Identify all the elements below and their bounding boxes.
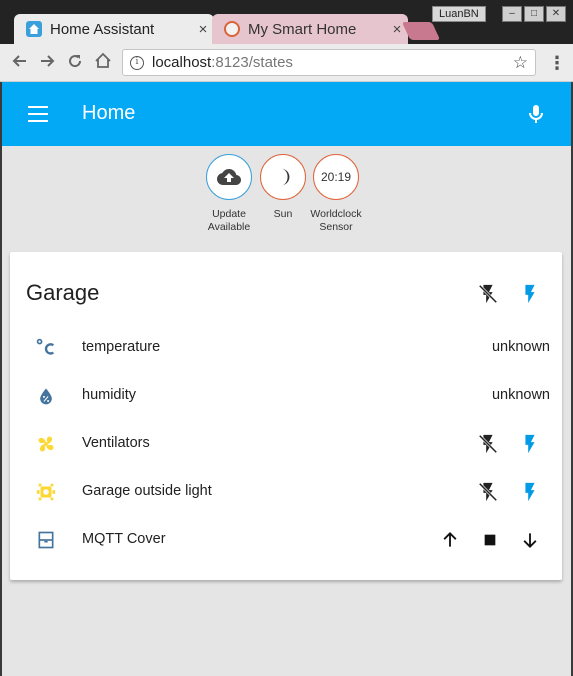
url-host: localhost <box>152 54 212 71</box>
app-header: Home <box>2 82 571 146</box>
entity-name: humidity <box>82 387 136 403</box>
tab-my-smart-home[interactable]: My Smart Home × <box>212 14 408 44</box>
badge-update-available[interactable]: Update Available <box>199 154 259 234</box>
tab-home-assistant[interactable]: Home Assistant × <box>14 14 214 44</box>
site-favicon-icon <box>224 21 240 37</box>
entity-state: unknown <box>491 387 550 403</box>
cover-close-arrow-down-icon[interactable] <box>518 528 542 552</box>
cover-open-arrow-up-icon[interactable] <box>438 528 462 552</box>
turn-on-flash-icon[interactable] <box>518 480 542 504</box>
badge-bar: Update Available Sun 20:19 Worldclock Se… <box>2 154 571 246</box>
profile-badge[interactable]: LuanBN <box>432 6 486 22</box>
browser-toolbar: i localhost:8123/states ☆ ⋮ <box>0 44 573 82</box>
group-turn-off-flash-off-icon[interactable] <box>476 282 500 306</box>
garage-card: Garage temperature unknown humidity unkn… <box>10 252 562 580</box>
bookmark-star-icon[interactable]: ☆ <box>513 53 528 73</box>
microphone-icon[interactable] <box>524 102 548 126</box>
group-turn-on-flash-icon[interactable] <box>518 282 542 306</box>
water-percent-icon <box>34 384 58 408</box>
info-icon[interactable]: i <box>130 55 144 70</box>
moon-icon <box>260 154 306 200</box>
entity-row-ventilators[interactable]: Ventilators <box>10 420 562 468</box>
url-path: :8123/states <box>211 54 293 71</box>
entity-row-mqtt-cover[interactable]: MQTT Cover <box>10 516 562 564</box>
turn-on-flash-icon[interactable] <box>518 432 542 456</box>
entity-name: Ventilators <box>82 435 150 451</box>
badge-worldclock[interactable]: 20:19 Worldclock Sensor <box>306 154 366 234</box>
home-icon[interactable] <box>92 51 114 73</box>
fan-icon <box>34 432 58 456</box>
browser-titlebar: Home Assistant × My Smart Home × LuanBN … <box>0 0 573 44</box>
badge-value: 20:19 <box>313 154 359 200</box>
badge-label: Worldclock Sensor <box>310 208 362 233</box>
browser-menu-icon[interactable]: ⋮ <box>548 53 566 73</box>
celsius-icon <box>34 336 58 360</box>
cloud-upload-icon <box>206 154 252 200</box>
tab-title: Home Assistant <box>50 20 155 38</box>
tab-title: My Smart Home <box>248 20 357 38</box>
lightbulb-icon <box>34 480 58 504</box>
back-arrow-icon[interactable] <box>9 51 31 73</box>
forward-arrow-icon[interactable] <box>36 51 58 73</box>
minimize-button[interactable]: – <box>502 6 522 22</box>
tab-close-icon[interactable]: × <box>192 21 214 38</box>
entity-state: unknown <box>491 339 550 355</box>
address-bar[interactable]: i localhost:8123/states ☆ <box>122 49 536 76</box>
maximize-button[interactable]: □ <box>524 6 544 22</box>
turn-off-flash-off-icon[interactable] <box>476 432 500 456</box>
cover-stop-icon[interactable] <box>478 528 502 552</box>
entity-name: MQTT Cover <box>82 531 166 547</box>
entity-name: temperature <box>82 339 161 355</box>
home-assistant-app: Home Update Available Sun 20:19 Worldclo… <box>0 82 573 676</box>
entity-row-humidity[interactable]: humidity unknown <box>10 372 562 420</box>
menu-icon[interactable] <box>28 106 48 122</box>
reload-icon[interactable] <box>64 51 86 73</box>
window-shutter-icon <box>34 528 58 552</box>
badge-label: Sun <box>273 208 293 220</box>
entity-name: Garage outside light <box>82 483 212 499</box>
entity-row-garage-outside-light[interactable]: Garage outside light <box>10 468 562 516</box>
entity-row-temperature[interactable]: temperature unknown <box>10 324 562 372</box>
window-close-button[interactable]: ✕ <box>546 6 566 22</box>
page-title: Home <box>82 102 136 124</box>
home-assistant-favicon-icon <box>26 21 42 37</box>
card-title: Garage <box>26 280 100 305</box>
badge-sun[interactable]: Sun <box>253 154 313 221</box>
badge-label: Update Available <box>207 208 251 233</box>
turn-off-flash-off-icon[interactable] <box>476 480 500 504</box>
